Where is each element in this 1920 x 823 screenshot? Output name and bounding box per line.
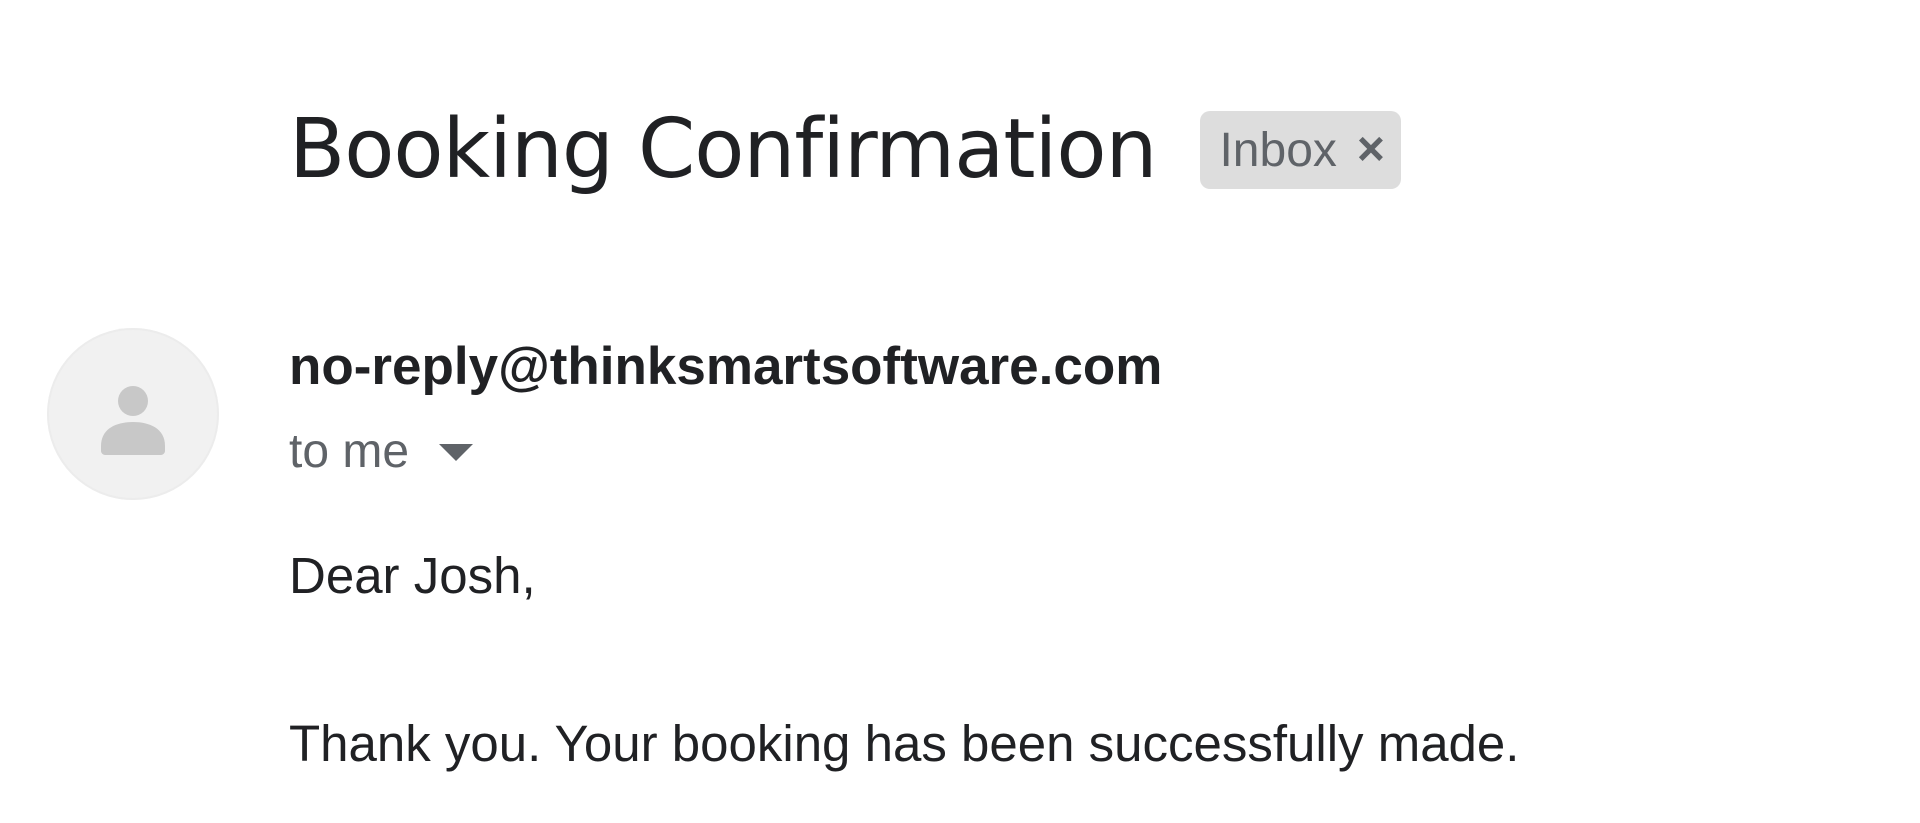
recipient-details-toggle[interactable]: to me [289,425,474,478]
email-subject: Booking Confirmation [289,102,1157,197]
remove-label-icon[interactable]: × [1357,126,1385,174]
avatar[interactable] [47,328,219,500]
email-message: Thank you. Your booking has been success… [289,715,1520,772]
email-greeting: Dear Josh, [289,547,536,604]
email-view: Booking Confirmation Inbox × no-reply@th… [0,0,1920,823]
sender-address[interactable]: no-reply@thinksmartsoftware.com [289,337,1162,396]
chevron-down-icon[interactable] [439,443,474,461]
subject-row: Booking Confirmation Inbox × [289,95,1401,205]
person-icon [101,386,165,455]
label-chip-text: Inbox [1219,123,1337,177]
label-chip-inbox[interactable]: Inbox × [1200,111,1401,189]
recipient-label: to me [289,425,410,478]
